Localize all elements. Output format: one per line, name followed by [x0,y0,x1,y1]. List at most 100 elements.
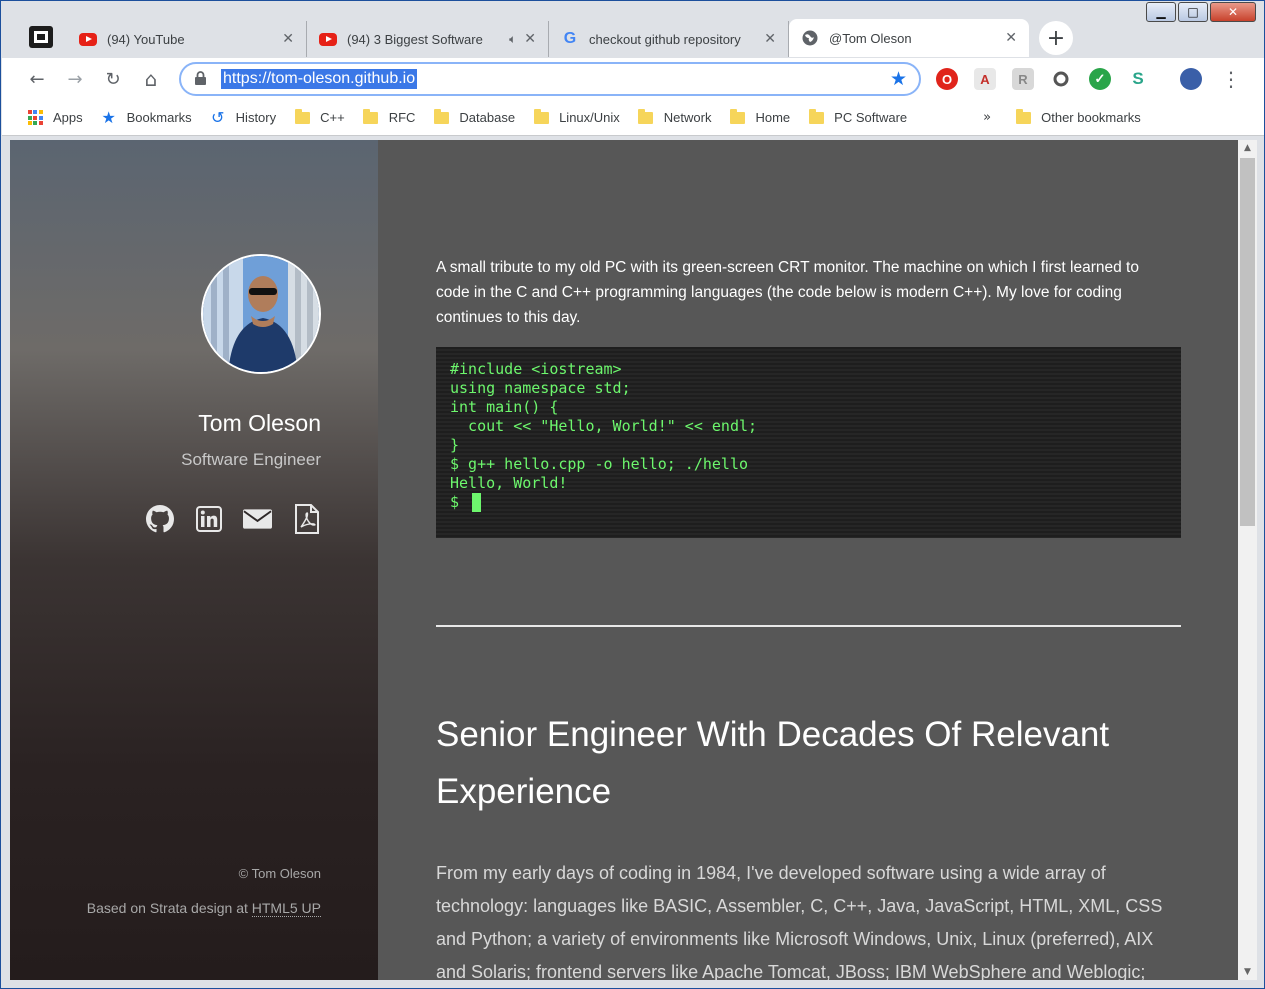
google-icon: G [563,30,577,47]
pdf-extension-icon[interactable]: A [974,68,996,90]
app-icon[interactable] [29,26,53,48]
reload-icon[interactable]: ↻ [100,66,126,92]
bookmark-other[interactable]: Other bookmarks [1015,108,1141,126]
github-icon[interactable] [145,504,174,533]
section-divider [436,625,1181,627]
bookmark-folder-network[interactable]: Network [638,108,712,126]
scroll-up-arrow-icon[interactable]: ▲ [1238,140,1257,156]
avatar [201,254,321,374]
bookmark-label: Other bookmarks [1041,110,1141,125]
bookmark-label: History [235,110,277,125]
lock-icon[interactable] [195,71,206,88]
tab-title: (94) YouTube [107,31,185,47]
bookmark-label: Linux/Unix [559,110,620,125]
tab-youtube[interactable]: (94) YouTube ✕ [67,21,307,57]
bookmark-folder-linux[interactable]: Linux/Unix [533,108,620,126]
code-line: } [450,436,460,454]
tab-youtube-video[interactable]: (94) 3 Biggest Software 🔈︎ ✕ [307,21,549,57]
profile-avatar[interactable] [1180,68,1202,90]
speaker-icon[interactable]: 🔈︎ [509,32,516,47]
home-icon[interactable]: ⌂ [138,66,164,92]
bookmark-history[interactable]: ↺ History [210,108,277,127]
bookmark-label: Bookmarks [126,110,192,125]
close-tab-icon[interactable]: ✕ [764,31,776,47]
opera-extension-icon[interactable]: O [936,68,958,90]
maximize-button[interactable]: □ [1178,2,1208,22]
history-icon: ↺ [210,108,225,127]
bookmark-label: Database [459,110,516,125]
url-text[interactable]: https://tom-oleson.github.io [221,69,418,89]
profile-sidebar: Tom Oleson Software Engineer © Tom Oleso… [10,140,378,980]
close-window-button[interactable]: ✕ [1210,2,1256,22]
folder-icon [729,108,745,126]
code-line: using namespace std; [450,379,631,397]
credit-prefix: Based on Strata design at [86,900,252,916]
reader-extension-icon[interactable]: R [1012,68,1034,90]
back-icon[interactable]: ← [24,66,50,92]
star-icon: ★ [101,108,116,127]
bookmark-label: RFC [388,110,416,125]
folder-icon [433,108,449,126]
youtube-icon [79,30,97,48]
menu-icon[interactable]: ⋮ [1218,66,1244,92]
bookmark-folder-cpp[interactable]: C++ [294,108,345,126]
folder-icon [808,108,824,126]
bookmark-label: PC Software [834,110,908,125]
folder-icon [294,108,310,126]
bookmark-folder-pc-software[interactable]: PC Software [808,108,908,126]
html5up-link[interactable]: HTML5 UP [251,900,321,917]
bookmark-folder-home[interactable]: Home [729,108,791,126]
bookmark-star-icon[interactable]: ★ [890,68,907,90]
scroll-down-arrow-icon[interactable]: ▼ [1238,964,1257,980]
prompt-line: $ [450,493,1167,512]
toolbar: ← → ↻ ⌂ https://tom-oleson.github.io ★ O… [2,58,1264,100]
bookmark-label: C++ [320,110,345,125]
bookmark-bookmarks[interactable]: ★ Bookmarks [101,108,192,127]
tab-google-search[interactable]: G checkout github repository ✕ [549,21,789,57]
code-line: #include <iostream> [450,360,622,378]
linkedin-icon[interactable] [194,504,223,533]
bookmark-label: Apps [53,110,83,125]
bookmark-folder-rfc[interactable]: RFC [363,108,416,126]
check-extension-icon[interactable]: ✓ [1089,68,1111,90]
intro-paragraph: A small tribute to my old PC with its gr… [436,259,1139,326]
new-tab-button[interactable]: + [1039,21,1073,55]
circle-extension-icon[interactable] [1050,68,1072,90]
close-tab-icon[interactable]: ✕ [282,31,294,47]
terminal-code-block: #include <iostream> using namespace std; i… [436,347,1181,538]
folder-icon [533,108,549,126]
credit-text: Based on Strata design at HTML5 UP [86,900,321,917]
tab-title: @Tom Oleson [829,30,912,46]
section-heading: Senior Engineer With Decades Of Relevant… [436,715,1110,811]
globe-icon [801,29,819,47]
pdf-resume-icon[interactable] [292,503,321,534]
vertical-scrollbar[interactable]: ▲ ▼ [1238,140,1257,980]
email-icon[interactable] [243,504,272,533]
browser-window: ▁ □ ✕ (94) YouTube ✕ (94) 3 Biggest Soft… [0,0,1265,989]
bookmark-apps[interactable]: Apps [27,110,83,126]
tab-title: checkout github repository [589,31,741,47]
s-extension-icon[interactable]: S [1127,68,1149,90]
code-line: cout << "Hello, World!" << endl; [450,417,758,435]
folder-icon [363,108,379,126]
folder-icon [1015,108,1031,126]
youtube-icon [319,30,337,48]
tab-title: (94) 3 Biggest Software [347,31,483,47]
bookmarks-overflow-button[interactable]: » [983,110,991,125]
bookmark-label: Network [663,110,712,125]
close-tab-icon[interactable]: ✕ [1005,30,1017,46]
bookmark-label: Home [755,110,791,125]
scrollbar-thumb[interactable] [1240,158,1255,526]
bookmark-folder-database[interactable]: Database [433,108,516,126]
tab-tom-oleson[interactable]: @Tom Oleson ✕ [789,19,1029,57]
address-bar[interactable]: https://tom-oleson.github.io ★ [179,62,921,96]
copyright-text: © Tom Oleson [238,866,321,881]
close-tab-icon[interactable]: ✕ [524,31,536,47]
minimize-button[interactable]: ▁ [1146,2,1176,22]
tabstrip: (94) YouTube ✕ (94) 3 Biggest Software 🔈… [67,19,1029,57]
forward-icon[interactable]: → [62,66,88,92]
experience-paragraph: From my early days of coding in 1984, I'… [436,863,1163,980]
bookmarks-bar: Apps ★ Bookmarks ↺ History C++ RFC Datab… [2,100,1264,136]
main-content: A small tribute to my old PC with its gr… [378,140,1238,980]
prompt-text: $ [450,493,469,511]
